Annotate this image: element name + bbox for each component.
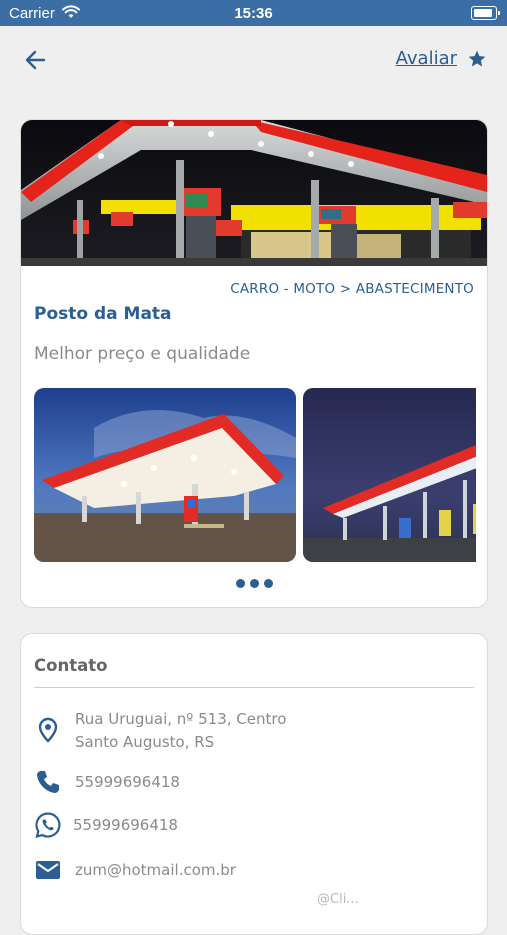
rate-button[interactable]: Avaliar (396, 48, 457, 69)
phone-number: 55999696418 (75, 773, 180, 791)
photo-carousel[interactable] (34, 388, 476, 562)
divider (34, 687, 474, 688)
hero-image (21, 120, 487, 266)
pagination-dot[interactable] (263, 579, 273, 588)
place-tagline: Melhor preço e qualidade (34, 344, 251, 364)
place-title: Posto da Mata (34, 304, 172, 324)
back-arrow-icon[interactable] (22, 46, 50, 74)
battery-icon (471, 6, 500, 20)
email-address: zum@hotmail.com.br (75, 861, 236, 879)
clock: 15:36 (234, 5, 273, 22)
contact-heading: Contato (34, 656, 108, 675)
category-breadcrumb[interactable]: CARRO - MOTO > ABASTECIMENTO (230, 281, 474, 297)
whatsapp-number: 55999696418 (73, 816, 178, 834)
mail-icon (36, 861, 60, 879)
gallery-photo[interactable] (34, 388, 296, 562)
map-pin-icon (38, 717, 58, 743)
gallery-photo[interactable] (303, 388, 476, 562)
star-icon[interactable] (467, 49, 487, 69)
phone-icon (37, 771, 59, 793)
pagination-dot[interactable] (235, 579, 245, 588)
pagination-dot[interactable] (249, 579, 259, 588)
address-line: Rua Uruguai, nº 513, Centro (75, 710, 287, 728)
carousel-pagination[interactable] (21, 573, 487, 592)
status-bar: Carrier 15:36 (0, 0, 507, 26)
place-card: CARRO - MOTO > ABASTECIMENTO Posto da Ma… (20, 119, 488, 608)
address-line: Santo Augusto, RS (75, 733, 215, 751)
whatsapp-icon (35, 812, 61, 839)
contact-card: Contato Rua Uruguai, nº 513, Centro Sant… (20, 633, 488, 935)
